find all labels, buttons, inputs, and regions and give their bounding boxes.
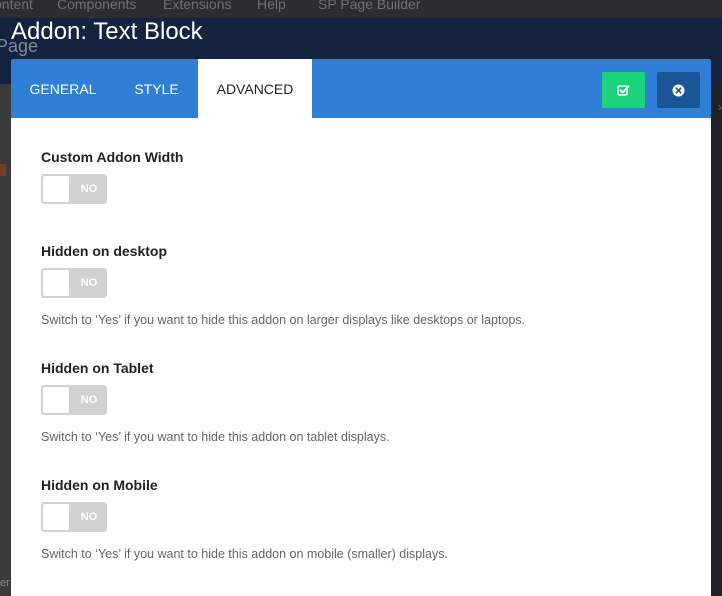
- hidden-on-tablet-toggle[interactable]: NO: [41, 385, 107, 415]
- field-help-text: Switch to ‘Yes’ if you want to hide this…: [41, 430, 390, 444]
- check-square-icon: [617, 84, 630, 96]
- toggle-knob: [43, 387, 69, 413]
- apply-button[interactable]: [602, 72, 645, 108]
- toggle-state-label: NO: [80, 183, 98, 195]
- bg-menu-sp-page-builder: SP Page Builder: [318, 0, 421, 12]
- field-help-text: Switch to ‘Yes’ if you want to hide this…: [41, 313, 526, 327]
- background-side-text: er: [0, 577, 10, 589]
- field-label: Hidden on Mobile: [41, 477, 158, 493]
- background-menubar: ontent Components Extensions Help SP Pag…: [0, 0, 722, 18]
- tab-general[interactable]: GENERAL: [11, 59, 115, 118]
- toggle-state-label: NO: [80, 277, 98, 289]
- close-circle-icon: [672, 84, 685, 96]
- tab-style[interactable]: STYLE: [115, 59, 198, 118]
- toggle-state-label: NO: [80, 394, 98, 406]
- background-side-marker: [0, 164, 6, 176]
- tab-bar: GENERAL STYLE ADVANCED: [11, 59, 711, 118]
- tab-advanced[interactable]: ADVANCED: [198, 59, 312, 118]
- field-hidden-on-desktop: Hidden on desktop NO Switch to ‘Yes’ if …: [41, 242, 525, 327]
- toggle-state-label: NO: [80, 511, 98, 523]
- toggle-knob: [43, 270, 69, 296]
- addon-settings-modal: GENERAL STYLE ADVANCED Custom Addon Widt…: [11, 59, 711, 596]
- field-help-text: Switch to ‘Yes’ if you want to hide this…: [41, 547, 448, 561]
- bg-menu-components: Components: [57, 0, 137, 12]
- bg-menu-extensions: Extensions: [163, 0, 232, 12]
- bg-menu-help: Help: [257, 0, 286, 12]
- field-hidden-on-mobile: Hidden on Mobile NO Switch to ‘Yes’ if y…: [41, 476, 448, 561]
- hidden-on-mobile-toggle[interactable]: NO: [41, 502, 107, 532]
- field-label: Custom Addon Width: [41, 149, 184, 165]
- modal-title: Addon: Text Block: [11, 18, 203, 45]
- field-hidden-on-tablet: Hidden on Tablet NO Switch to ‘Yes’ if y…: [41, 359, 390, 444]
- field-label: Hidden on desktop: [41, 243, 167, 259]
- hidden-on-desktop-toggle[interactable]: NO: [41, 268, 107, 298]
- bg-menu-content: ontent: [0, 0, 33, 12]
- field-label: Hidden on Tablet: [41, 360, 154, 376]
- toggle-knob: [43, 504, 69, 530]
- toggle-knob: [43, 176, 69, 202]
- background-chevron-icon: ›: [718, 100, 722, 114]
- custom-addon-width-toggle[interactable]: NO: [41, 174, 107, 204]
- close-button[interactable]: [657, 72, 700, 108]
- field-custom-addon-width: Custom Addon Width NO: [41, 148, 184, 204]
